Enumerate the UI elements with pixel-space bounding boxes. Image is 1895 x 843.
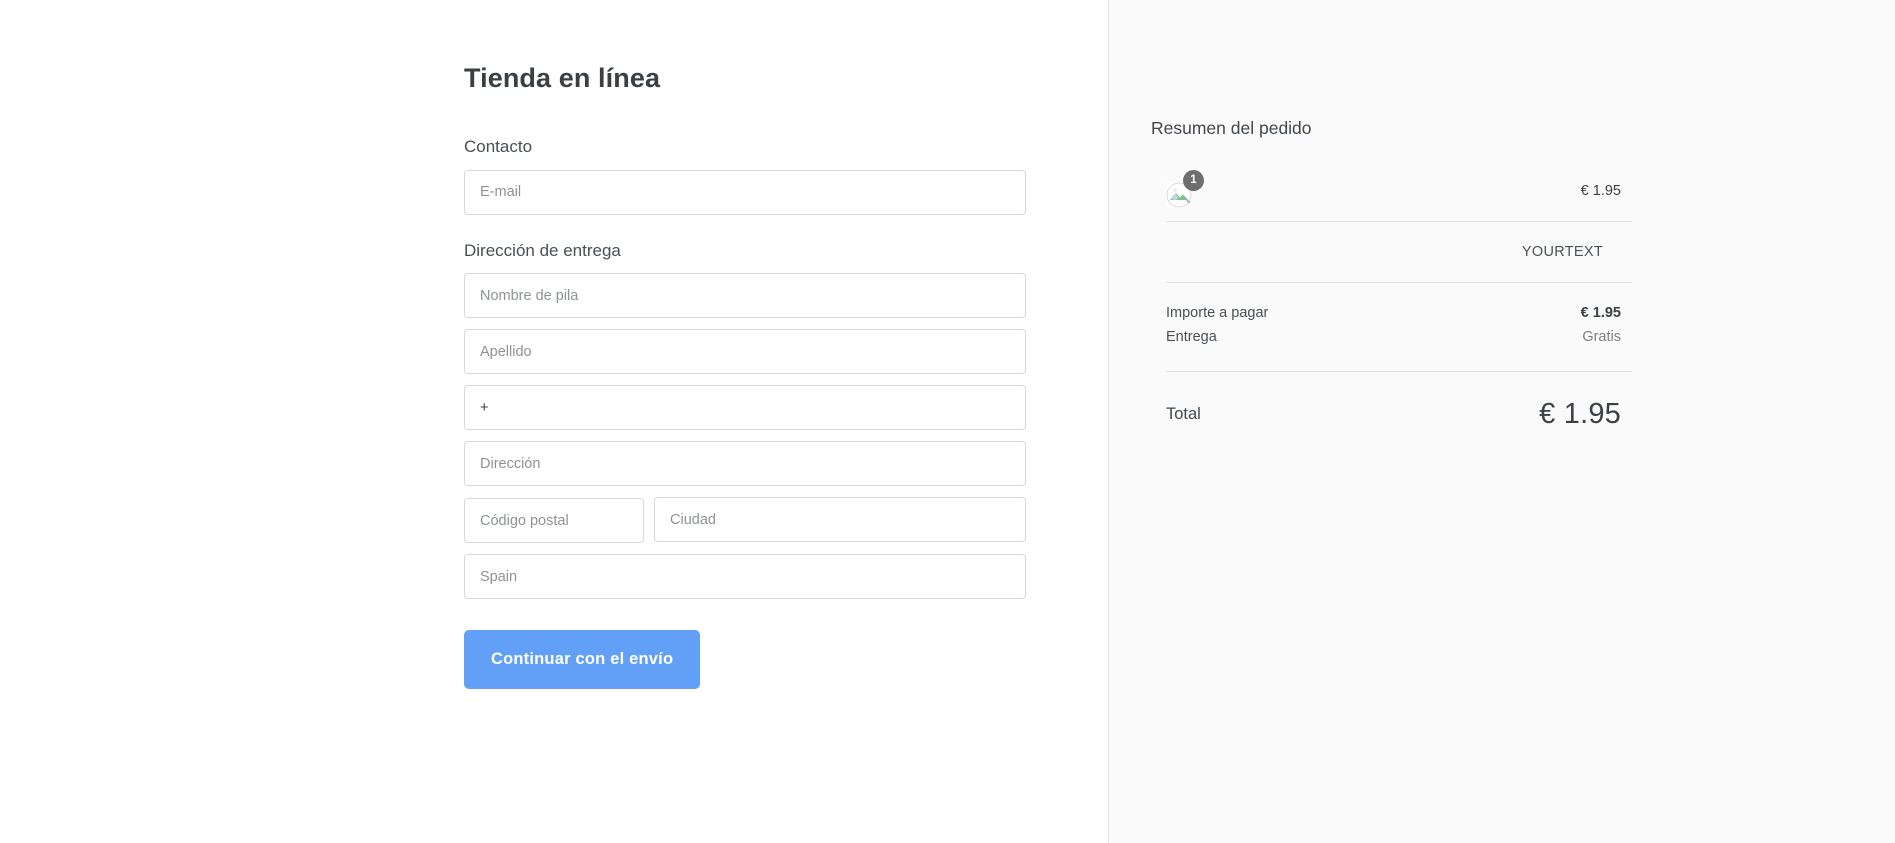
- contact-section-label: Contacto: [464, 137, 533, 157]
- promo-code-text: YOURTEXT: [1521, 244, 1603, 260]
- city-field[interactable]: [654, 497, 1026, 543]
- postal-code-field[interactable]: [464, 498, 644, 544]
- last-name-field[interactable]: [464, 329, 1026, 375]
- first-name-field[interactable]: [464, 273, 1026, 319]
- subtotal-label: Importe a pagar: [1166, 305, 1269, 321]
- order-item-price: € 1.95: [1580, 183, 1621, 199]
- contact-section: Contacto: [464, 94, 1026, 215]
- email-field[interactable]: [464, 169, 1026, 215]
- delivery-value: Gratis: [1582, 329, 1621, 345]
- grand-total-value: € 1.95: [1539, 397, 1621, 430]
- country-field[interactable]: [464, 554, 1026, 600]
- page-title: Tienda en línea: [464, 63, 661, 93]
- order-summary: Resumen del pedido 1 € 1.95 YOURTEXT Imp…: [1151, 0, 1633, 434]
- shipping-address-section: Dirección de entrega: [464, 215, 1026, 600]
- checkout-form: Tienda en línea Contacto Dirección de en…: [464, 0, 1026, 690]
- grand-total-row: Total € 1.95: [1151, 394, 1633, 434]
- checkout-page: Tienda en línea Contacto Dirección de en…: [0, 0, 1895, 843]
- order-summary-title: Resumen del pedido: [1151, 118, 1312, 138]
- continue-to-shipping-button[interactable]: Continuar con el envío: [464, 630, 701, 690]
- order-summary-column: Resumen del pedido 1 € 1.95 YOURTEXT Imp…: [1108, 0, 1895, 843]
- checkout-form-column: Tienda en línea Contacto Dirección de en…: [0, 0, 1108, 843]
- summary-line-delivery: Entrega Gratis: [1166, 329, 1633, 353]
- delivery-label: Entrega: [1166, 329, 1217, 345]
- summary-divider-bottom: [1166, 371, 1632, 372]
- address-field[interactable]: [464, 441, 1026, 487]
- summary-totals: Importe a pagar € 1.95 Entrega Gratis: [1151, 283, 1633, 371]
- shipping-section-label: Dirección de entrega: [464, 240, 621, 260]
- order-item-row: 1 € 1.95: [1151, 161, 1633, 221]
- grand-total-label: Total: [1166, 404, 1201, 423]
- order-item-thumbnail: 1: [1166, 170, 1204, 208]
- postal-city-row: [464, 486, 1026, 544]
- order-item-quantity-badge: 1: [1183, 170, 1204, 191]
- subtotal-value: € 1.95: [1580, 305, 1621, 321]
- phone-field[interactable]: [464, 385, 1026, 431]
- summary-line-subtotal: Importe a pagar € 1.95: [1166, 305, 1633, 329]
